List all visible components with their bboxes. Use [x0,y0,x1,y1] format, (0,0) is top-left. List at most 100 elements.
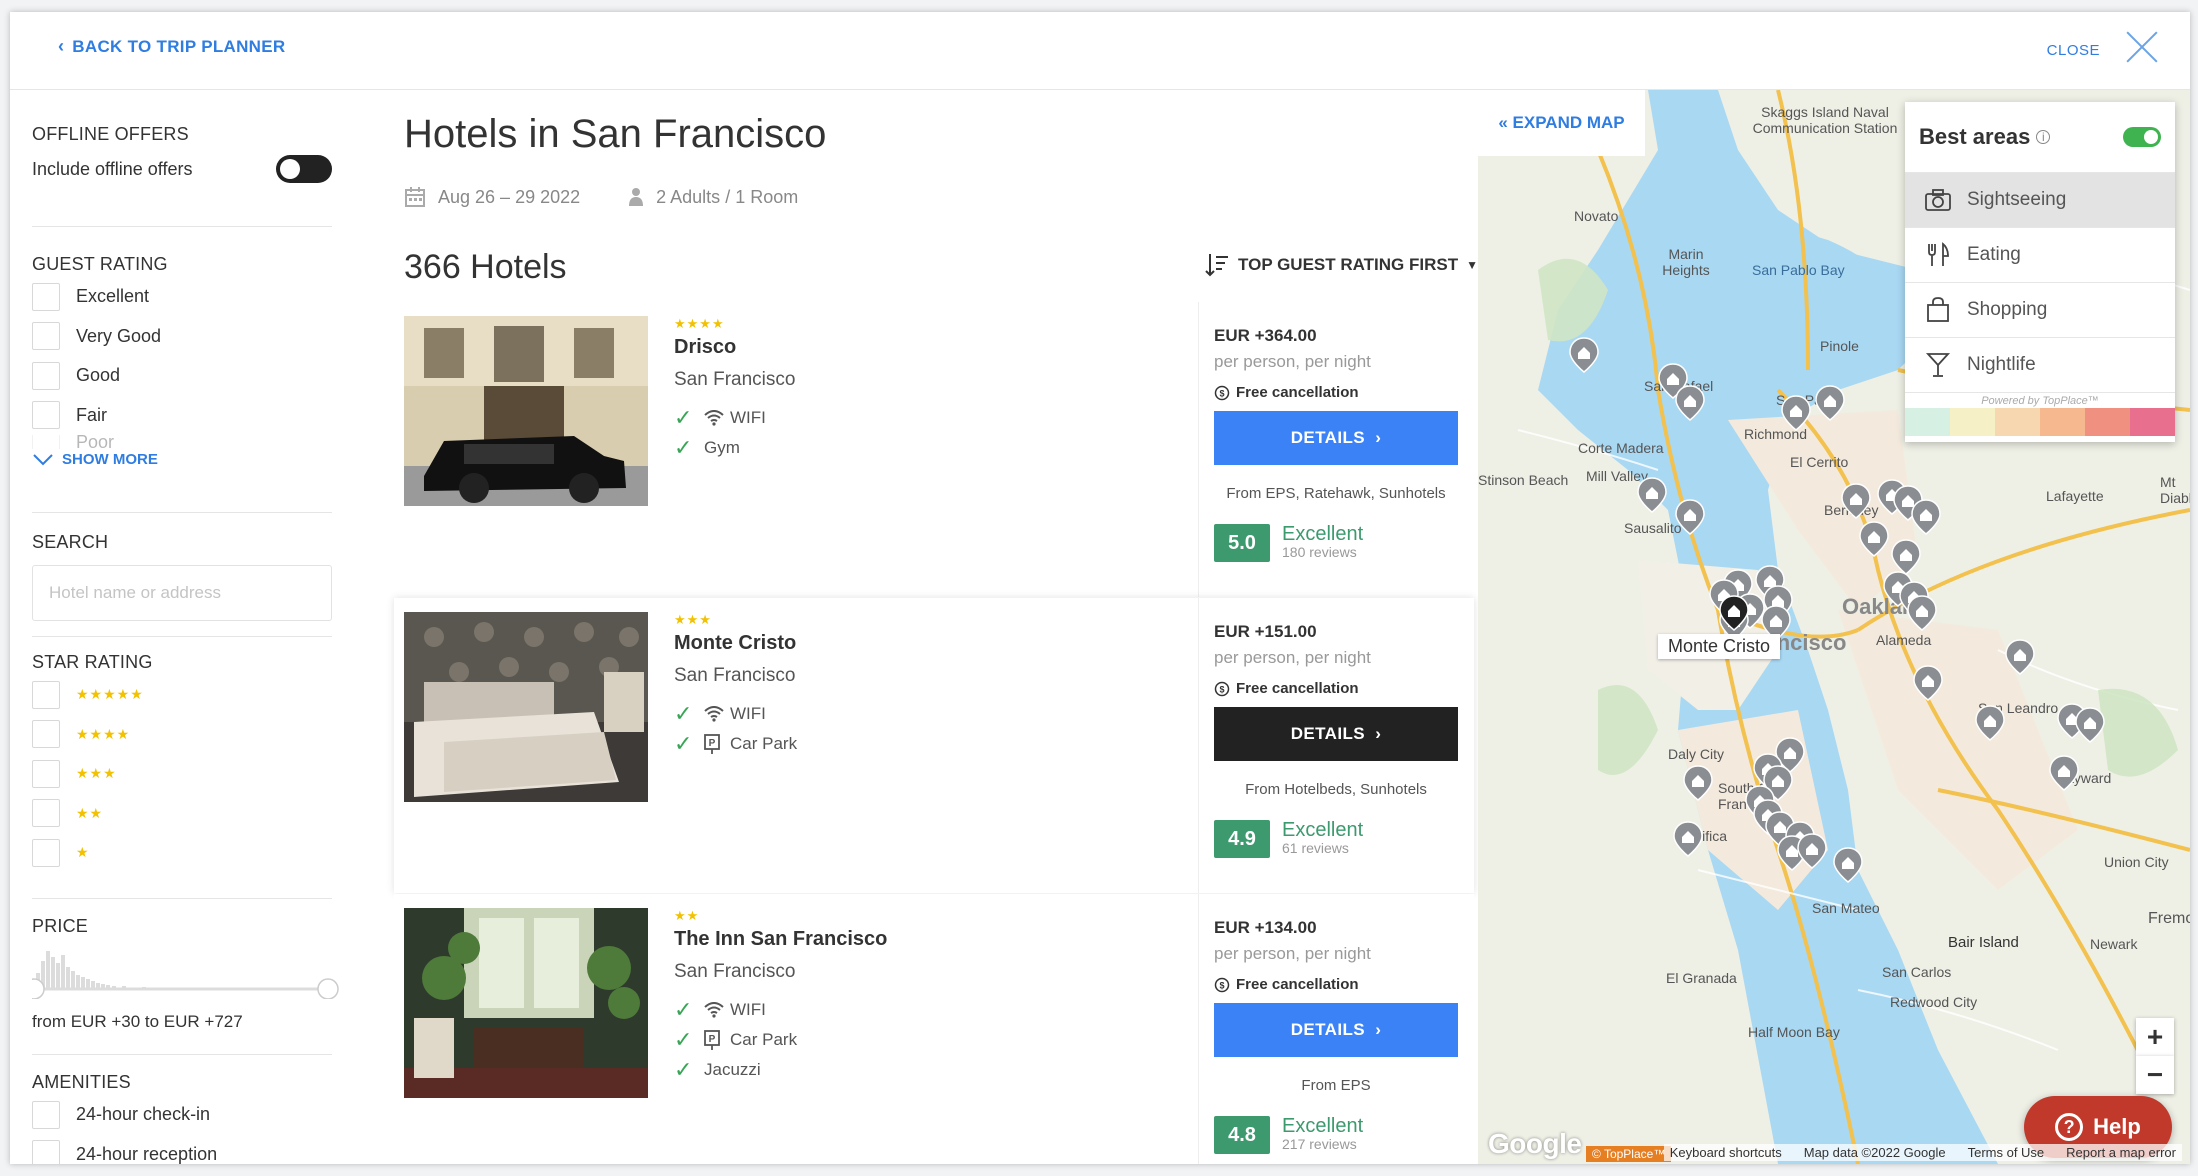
terms-link[interactable]: Terms of Use [1968,1145,2045,1160]
keyboard-shortcuts-link[interactable]: Keyboard shortcuts [1670,1145,1782,1160]
map-label: San Carlos [1882,964,1952,980]
divider [32,1054,332,1055]
close-link[interactable]: CLOSE [2047,42,2100,59]
hotel-search-window: ‹ BACK TO TRIP PLANNER CLOSE OFFLINE OFFE… [10,12,2190,1164]
hotel-name[interactable]: The Inn San Francisco [674,928,1124,951]
map-label: El Cerrito [1790,454,1849,470]
parking-icon: P [704,734,730,754]
divider [1198,894,1199,1164]
hotel-search-input[interactable] [32,565,332,621]
svg-text:$: $ [1219,388,1224,398]
map-label: Pinole [1820,338,1859,354]
amenity-option[interactable]: 24-hour check-in [32,1095,332,1135]
map-label: Mill Valley [1586,468,1648,484]
star-rating-section: STAR RATING ★★★★★ ★★★★ ★★★ ★★ ★ [32,652,332,873]
price-unit: per person, per night [1214,944,1371,963]
map-label: San Leandro [1978,700,2059,716]
hotel-card[interactable]: ★★★ Monte Cristo San Francisco ✓ WIFI ✓ … [394,598,1474,893]
area-nightlife[interactable]: Nightlife [1905,337,2175,392]
star-rating-option[interactable]: ★ [32,833,332,873]
map-label: Daly City [1668,746,1725,762]
toplace-credit[interactable]: © TopPlace™ [1586,1146,1672,1162]
hotel-count: 366 Hotels [404,248,567,286]
search-title: SEARCH [32,532,109,552]
amenity-item: ✓ WIFI [674,997,766,1022]
selected-hotel-label[interactable]: Monte Cristo [1658,634,1781,659]
checkbox[interactable] [32,282,60,311]
checkbox[interactable] [32,720,60,749]
rating-score: 5.0 [1214,524,1270,562]
map-panel[interactable]: Skaggs Island Naval Communication Statio… [1478,90,2190,1164]
info-icon[interactable]: i [2036,130,2051,144]
checkbox[interactable] [32,799,60,828]
details-button[interactable]: DETAILS › [1214,1003,1458,1057]
checkbox[interactable] [32,1140,60,1164]
hotel-photo[interactable] [404,316,648,506]
back-to-trip-planner-link[interactable]: ‹ BACK TO TRIP PLANNER [58,36,285,57]
guest-rating-option[interactable]: Good [32,356,332,396]
checkbox[interactable] [32,1100,60,1129]
checkbox[interactable] [32,435,60,449]
wifi-icon [704,1002,730,1018]
hotel-photo[interactable] [404,908,648,1098]
star-rating-option[interactable]: ★★★ [32,754,332,794]
check-icon: ✓ [674,435,693,460]
rating-label: Excellent [1282,523,1364,545]
map-label: Mt Diablo [2160,474,2190,506]
zoom-out-button[interactable]: − [2136,1056,2174,1094]
checkbox[interactable] [32,838,60,867]
refund-icon: $ [1214,385,1230,400]
guest-rating-option[interactable]: Excellent [32,277,332,317]
show-more-button[interactable]: SHOW MORE [32,451,332,468]
star-rating-option[interactable]: ★★★★ [32,715,332,755]
guest-rating-option[interactable]: Poor [32,435,332,449]
guest-rating-option[interactable]: Fair [32,396,332,436]
price-histogram-slider[interactable] [23,943,342,1000]
hotel-card[interactable]: ★★ The Inn San Francisco San Francisco ✓… [394,894,1474,1164]
area-sightseeing[interactable]: Sightseeing [1905,172,2175,227]
best-areas-toggle[interactable] [2123,127,2161,147]
report-error-link[interactable]: Report a map error [2066,1145,2176,1160]
check-icon: ✓ [674,997,693,1022]
offline-offers-toggle[interactable] [276,155,332,183]
expand-map-button[interactable]: « EXPAND MAP [1478,90,1645,156]
amenity-item: ✓ Jacuzzi [674,1057,761,1082]
free-cancellation: $ Free cancellation [1214,384,1460,401]
sort-dropdown[interactable]: TOP GUEST RATING FIRST ▼ [1204,252,1478,278]
chevron-down-icon [33,453,53,465]
star-rating-option[interactable]: ★★ [32,794,332,834]
check-icon: ✓ [674,1027,693,1052]
heat-scale [1905,408,2175,436]
area-eating[interactable]: Eating [1905,227,2175,282]
star-rating-option[interactable]: ★★★★★ [32,675,332,715]
checkbox[interactable] [32,322,60,351]
amenity-option[interactable]: 24-hour reception [32,1135,332,1164]
map-data-text: Map data ©2022 Google [1803,1145,1946,1160]
price-column: EUR +364.00 per person, per night $ Free… [1214,316,1460,562]
checkbox[interactable] [32,680,60,709]
close-icon[interactable] [2122,26,2162,66]
star-icons: ★★★★ [76,725,131,742]
area-shopping[interactable]: Shopping [1905,282,2175,337]
map-label: Pacifica [1678,828,1728,844]
fork-knife-icon [1928,242,1949,266]
offline-offers-title: OFFLINE OFFERS [32,124,189,144]
checkbox[interactable] [32,361,60,390]
details-button[interactable]: DETAILS › [1214,707,1458,761]
hotel-photo[interactable] [404,612,648,802]
hotel-card[interactable]: ★★★★ Drisco San Francisco ✓ WIFI ✓ Gym E… [394,302,1474,597]
hotel-name[interactable]: Drisco [674,336,1124,359]
svg-text:$: $ [1219,980,1224,990]
details-button[interactable]: DETAILS › [1214,411,1458,465]
hotel-name[interactable]: Monte Cristo [674,632,1124,655]
rating-score: 4.8 [1214,1116,1270,1154]
amenity-item: ✓ WIFI [674,701,766,726]
checkbox[interactable] [32,759,60,788]
guest-rating-option[interactable]: Very Good [32,317,332,357]
map-label: Half Moon Bay [1748,1024,1840,1040]
checkbox[interactable] [32,401,60,430]
zoom-in-button[interactable]: + [2136,1018,2174,1056]
map-label: Redwood City [1890,994,1978,1010]
price-range-text: from EUR +30 to EUR +727 [32,1012,243,1031]
map-label: Bair Island [1948,934,2019,951]
